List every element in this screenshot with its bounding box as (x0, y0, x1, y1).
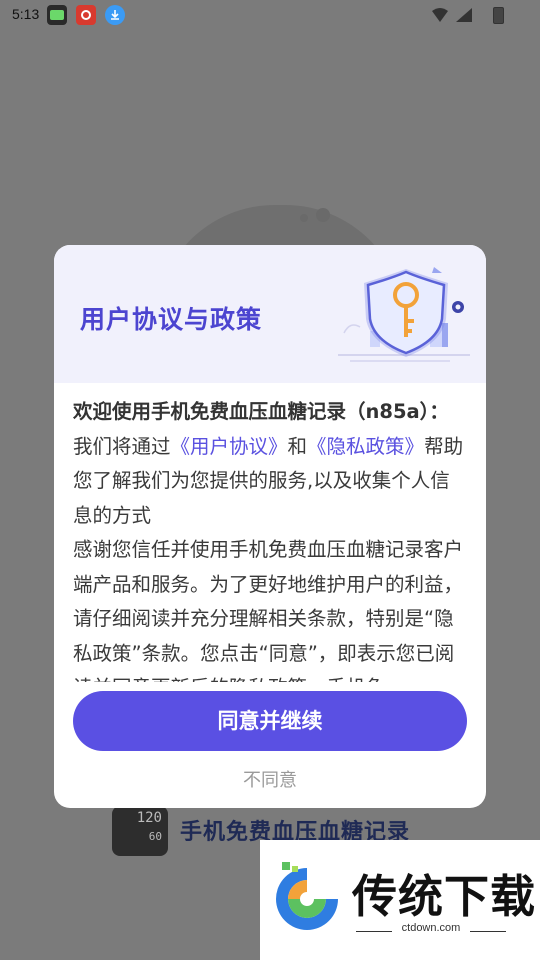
site-watermark: 传统下载 ctdown.com (260, 840, 540, 960)
app-notification-icon (76, 5, 96, 25)
battery-icon (493, 7, 504, 24)
dialog-body-text: 欢迎使用手机免费血压血糖记录（n85a）： 我们将通过《用户协议》和《隐私政策》… (73, 395, 469, 682)
dialog-intro: 我们将通过《用户协议》和《隐私政策》帮助您了解我们为您提供的服务,以及收集个人信… (73, 430, 469, 534)
device-reading-small: 60 (148, 830, 162, 843)
agreement-dialog: 用户协议与政策 欢迎使用手机免费血压血糖记录（n85a）： 我们将通过《用户协议… (54, 245, 486, 808)
background-decoration-dot (316, 208, 330, 222)
user-agreement-link[interactable]: 《用户协议》 (171, 435, 288, 458)
game-app-notification-icon (47, 5, 67, 25)
intro-and: 和 (287, 434, 308, 458)
dialog-paragraph-2: 感谢您信任并使用手机免费血压血糖记录客户端产品和服务。为了更好地维护用户的利益，… (73, 538, 464, 682)
device-reading: 120 (136, 810, 162, 826)
agree-continue-button[interactable]: 同意并继续 (73, 691, 467, 751)
dialog-greeting: 欢迎使用手机免费血压血糖记录（n85a）： (73, 400, 449, 423)
dialog-header: 用户协议与政策 (54, 245, 486, 383)
privacy-policy-link[interactable]: 《隐私政策》 (307, 435, 424, 458)
wifi-signal-icon (432, 8, 472, 22)
watermark-brand: 传统下载 (352, 870, 537, 923)
disagree-button[interactable]: 不同意 (54, 764, 486, 798)
intro-prefix: 我们将通过 (73, 434, 171, 458)
download-notification-icon (105, 5, 125, 25)
status-bar: 5:13 (0, 0, 540, 32)
blood-pressure-monitor-image: 120 60 (112, 806, 168, 856)
status-time: 5:13 (12, 6, 40, 22)
watermark-divider (470, 931, 506, 932)
watermark-logo-icon (276, 862, 338, 930)
security-shield-key-icon (338, 267, 470, 362)
watermark-url: ctdown.com (401, 922, 461, 934)
dialog-title: 用户协议与政策 (80, 305, 263, 334)
background-decoration-dot (300, 214, 308, 222)
